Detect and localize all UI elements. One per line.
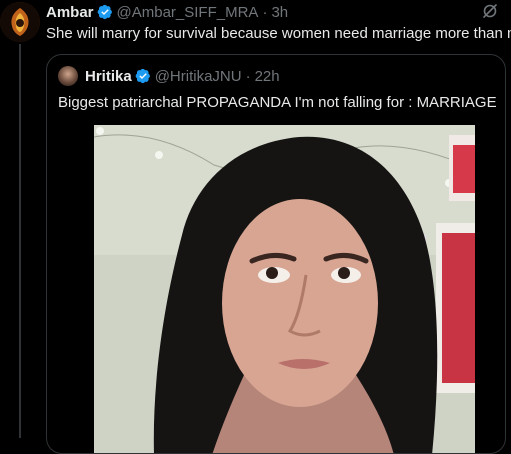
quote-photo[interactable] <box>94 125 475 453</box>
quote-author-name[interactable]: Hritika <box>85 68 132 85</box>
thread-line <box>19 44 21 438</box>
quote-author-handle[interactable]: @HritikaJNU <box>155 68 242 85</box>
tweet-text: She will marry for survival because wome… <box>46 25 511 42</box>
author-avatar[interactable] <box>0 2 40 42</box>
verified-badge-icon <box>97 4 112 20</box>
grok-icon[interactable] <box>482 3 498 19</box>
quote-time[interactable]: 22h <box>255 68 280 85</box>
quote-author-avatar[interactable] <box>58 66 78 86</box>
author-name[interactable]: Ambar <box>46 4 94 21</box>
quote-header: Hritika @HritikaJNU · 22h <box>85 66 280 86</box>
separator-dot: · <box>245 67 251 85</box>
avatar-image <box>0 2 40 42</box>
tweet[interactable]: Ambar @Ambar_SIFF_MRA · 3h She will marr… <box>0 0 511 454</box>
tweet-header: Ambar @Ambar_SIFF_MRA · 3h <box>46 2 288 22</box>
quote-text: Biggest patriarchal PROPAGANDA I'm not f… <box>58 94 497 111</box>
quoted-tweet[interactable]: Hritika @HritikaJNU · 22h Biggest patria… <box>46 54 506 454</box>
verified-badge-icon <box>135 68 150 84</box>
separator-dot: · <box>262 3 268 21</box>
portrait-image <box>94 125 475 453</box>
tweet-time[interactable]: 3h <box>271 4 288 21</box>
author-handle[interactable]: @Ambar_SIFF_MRA <box>117 4 259 21</box>
